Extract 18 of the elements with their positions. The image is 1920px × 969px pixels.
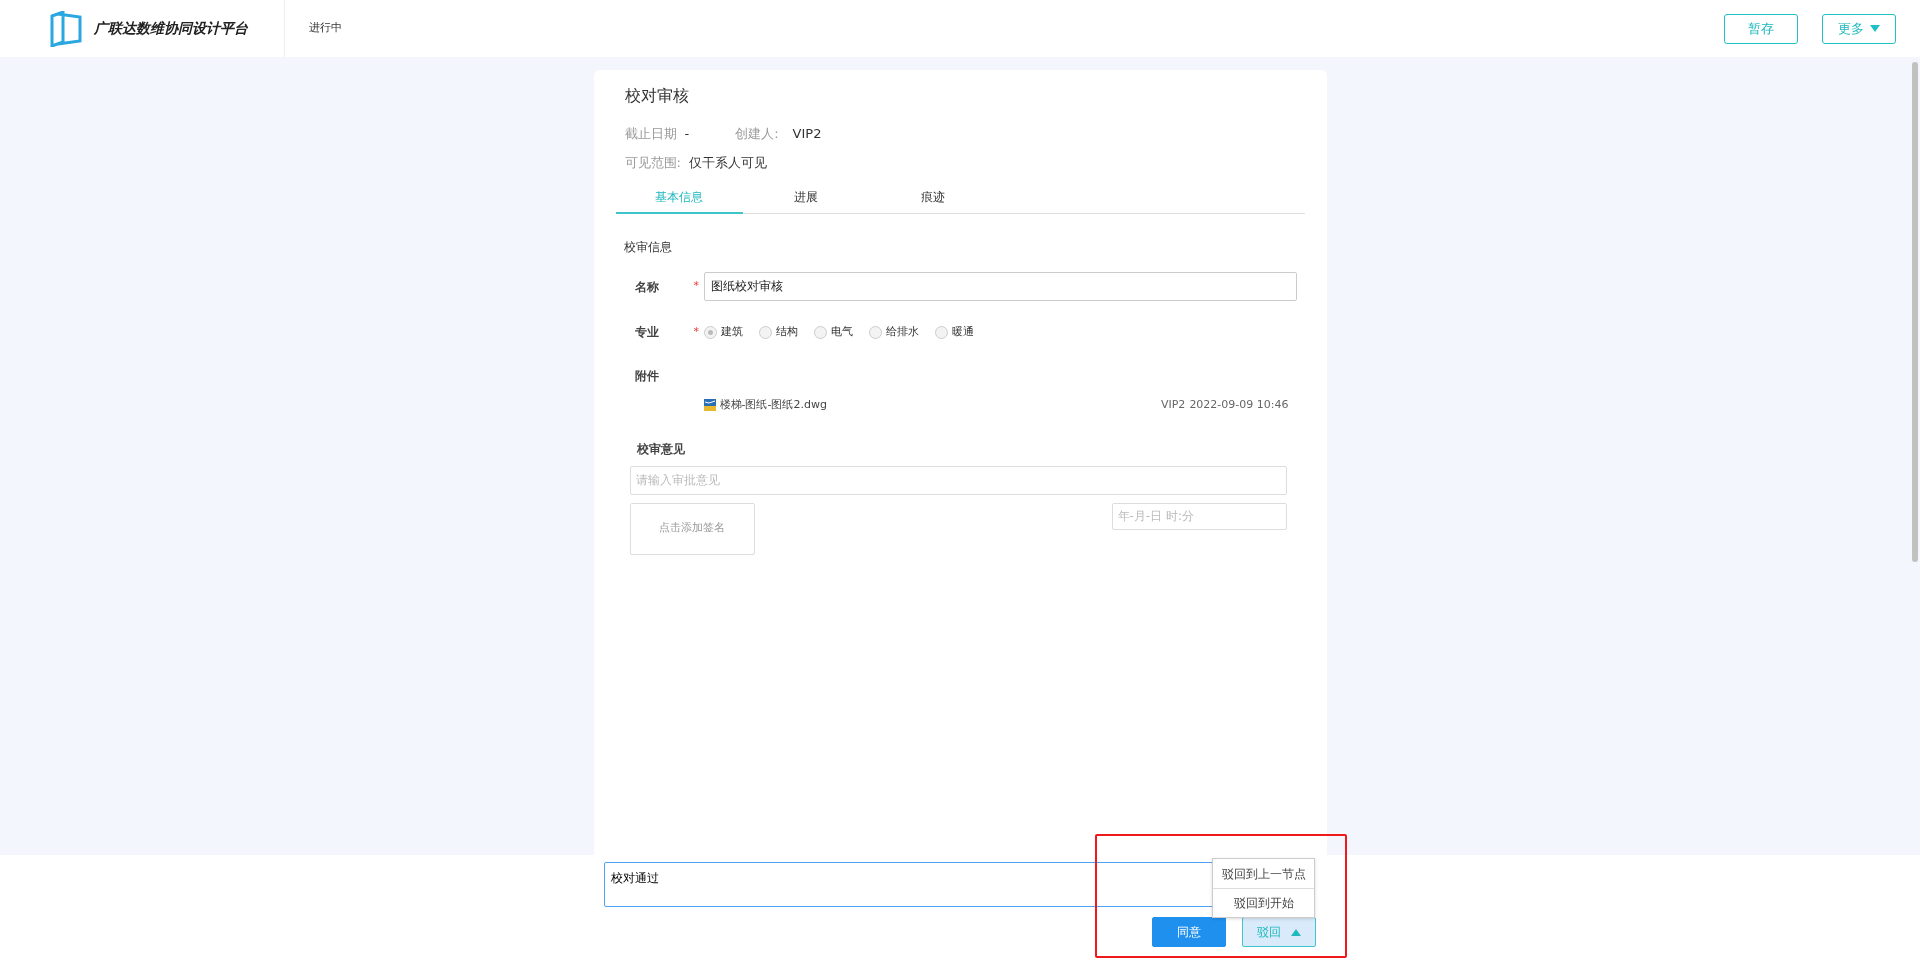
upload-time: 2022-09-09 10:46: [1189, 397, 1289, 413]
field-label: 专业: [633, 324, 660, 341]
section-title: 校审信息: [623, 239, 673, 256]
field-value: -: [684, 125, 690, 143]
field-value: VIP2: [792, 125, 822, 143]
field-label: 名称: [633, 278, 660, 296]
required-mark: *: [693, 278, 700, 295]
status-text: 进行中: [309, 20, 342, 37]
field-label: 创建人:: [735, 125, 779, 143]
field-label: 截止日期: [624, 125, 677, 143]
field-label: 附件: [633, 368, 660, 385]
platform-name: 广联达数维协同设计平台: [94, 19, 248, 38]
section-label: 校审意见: [635, 440, 686, 458]
field-label: 可见范围:: [624, 153, 681, 172]
field-value: 仅干系人可见: [688, 153, 767, 172]
uploader-name: VIP2: [1160, 397, 1186, 413]
required-mark: *: [693, 323, 700, 340]
page-title: 校对审核: [623, 85, 690, 107]
